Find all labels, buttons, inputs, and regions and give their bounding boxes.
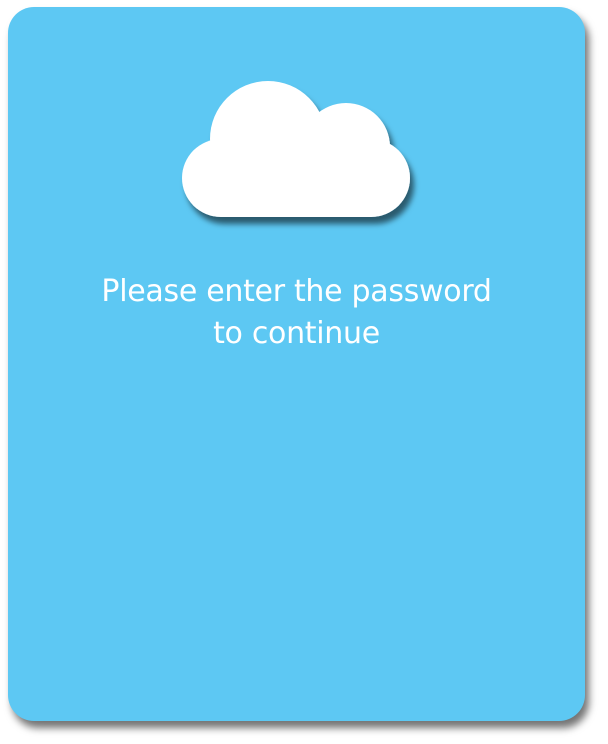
cloud-icon — [182, 81, 414, 229]
password-prompt-message: Please enter the password to continue — [8, 271, 585, 355]
prompt-line-2: to continue — [213, 316, 380, 351]
password-prompt-card: Please enter the password to continue — [8, 7, 585, 721]
prompt-line-1: Please enter the password — [101, 274, 492, 309]
